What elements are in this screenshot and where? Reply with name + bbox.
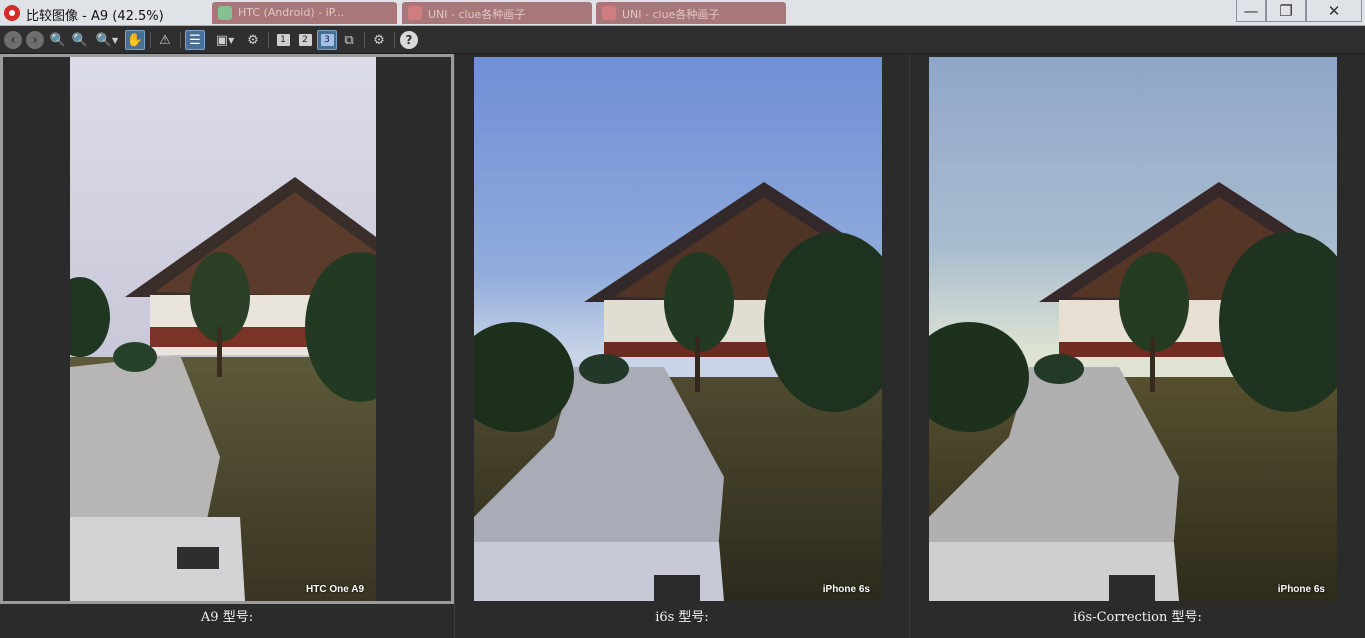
toolbar-separator	[150, 32, 151, 48]
view-two-label: 2	[298, 34, 312, 46]
title-bar: 比较图像 - A9 (42.5%) HTC (Android) - iP... …	[0, 0, 1365, 26]
window-title: 比较图像 - A9 (42.5%)	[26, 9, 164, 24]
background-tab-1[interactable]: HTC (Android) - iP...	[212, 2, 397, 24]
background-tab-2[interactable]: UNI - clue各种画子	[402, 2, 592, 24]
zoom-out-icon[interactable]: 🔍	[70, 30, 90, 50]
zoom-in-icon[interactable]: 🔍	[48, 30, 68, 50]
compare-panel-i6s[interactable]: iPhone 6s i6s 型号:	[455, 54, 909, 638]
app-icon	[4, 5, 20, 21]
tab-label: HTC (Android) - iP...	[238, 6, 345, 19]
view-two-icon[interactable]: 2	[295, 30, 315, 50]
panel-caption: A9 型号:	[200, 610, 254, 625]
toolbar-separator	[364, 32, 365, 48]
settings-gear-icon[interactable]: ⚙	[243, 30, 263, 50]
panel-caption: i6s 型号:	[655, 610, 709, 625]
photo-i6s-image	[474, 57, 882, 601]
forward-icon[interactable]: ›	[26, 31, 44, 49]
background-tab-3[interactable]: UNI - clue各种画子	[596, 2, 786, 24]
toolbar-separator	[268, 32, 269, 48]
toolbar: ‹ › 🔍 🔍 🔍 ▼ ✋ ⚠ ☰ ▣ ▼ ⚙ 1 2 3 ⧉ ⚙ ?	[0, 26, 1365, 54]
back-icon[interactable]: ‹	[4, 31, 22, 49]
toolbar-separator	[180, 32, 181, 48]
close-button[interactable]: ✕	[1306, 0, 1362, 22]
help-icon[interactable]: ?	[400, 31, 418, 49]
view-three-label: 3	[320, 34, 334, 46]
photo-watermark: iPhone 6s	[1277, 584, 1325, 595]
compare-panel-i6s-correction[interactable]: iPhone 6s i6s-Correction 型号:	[910, 54, 1365, 638]
view-one-icon[interactable]: 1	[273, 30, 293, 50]
photo-i6s-correction: iPhone 6s	[929, 57, 1337, 601]
tab-app-icon	[218, 6, 232, 20]
pan-hand-icon[interactable]: ✋	[125, 30, 145, 50]
photo-a9: HTC One A9	[70, 57, 376, 601]
tab-app-icon	[602, 6, 616, 20]
list-view-icon[interactable]: ☰	[185, 30, 205, 50]
minimize-button[interactable]: —	[1236, 0, 1266, 22]
batch-settings-icon[interactable]: ⚙	[369, 30, 389, 50]
photo-i6s-correction-image	[929, 57, 1337, 601]
panel-caption: i6s-Correction 型号:	[1073, 610, 1202, 625]
compare-panel-a9[interactable]: HTC One A9 A9 型号:	[0, 54, 454, 638]
tab-app-icon	[408, 6, 422, 20]
tab-label: UNI - clue各种画子	[428, 8, 526, 21]
warning-icon[interactable]: ⚠	[155, 30, 175, 50]
view-three-icon[interactable]: 3	[317, 30, 337, 50]
photo-i6s: iPhone 6s	[474, 57, 882, 601]
overlay-view-icon[interactable]: ⧉	[339, 30, 359, 50]
zoom-dropdown-icon[interactable]: 🔍 ▼	[92, 30, 122, 50]
tab-label: UNI - clue各种画子	[622, 8, 720, 21]
restore-button[interactable]: ❐	[1266, 0, 1306, 22]
toolbar-separator	[394, 32, 395, 48]
photo-watermark: iPhone 6s	[822, 584, 870, 595]
photo-watermark: HTC One A9	[306, 584, 364, 595]
image-options-icon[interactable]: ▣ ▼	[209, 30, 241, 50]
photo-a9-image	[70, 57, 376, 601]
view-one-label: 1	[276, 34, 290, 46]
